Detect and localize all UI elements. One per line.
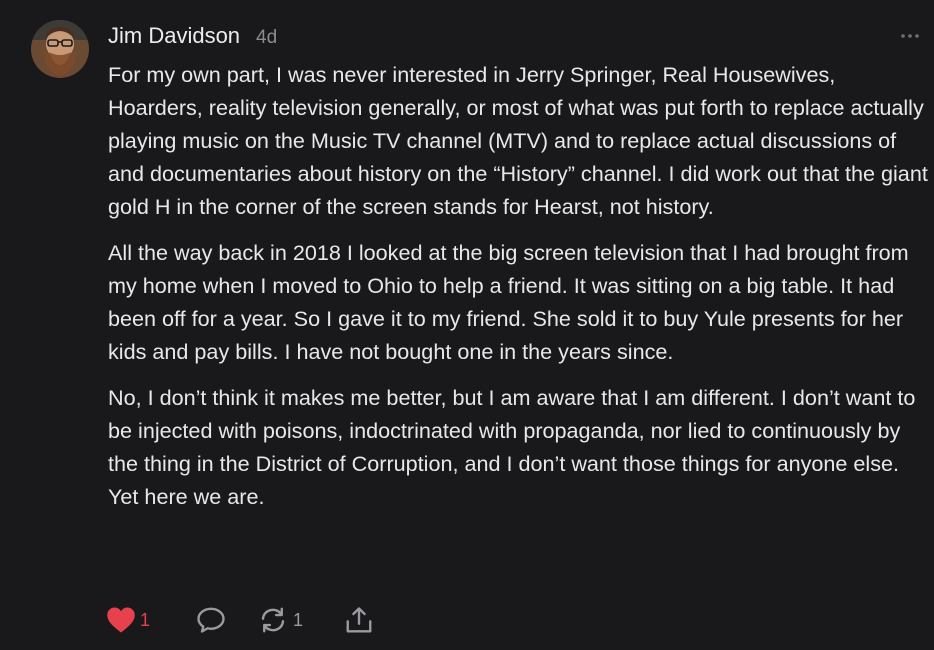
avatar-image [31, 20, 89, 78]
comment-paragraph: All the way back in 2018 I looked at the… [108, 240, 909, 364]
restack-count: 1 [293, 609, 304, 630]
heart-icon [107, 607, 135, 633]
comment-body: For my own part, I was never interested … [108, 58, 928, 526]
reply-icon [197, 607, 225, 633]
ellipsis-icon [901, 34, 919, 38]
more-options-button[interactable] [900, 28, 920, 44]
comment-paragraph: For my own part, I was never interested … [108, 62, 928, 219]
comment-header: Jim Davidson 4d [108, 23, 277, 49]
author-name[interactable]: Jim Davidson [108, 23, 240, 49]
avatar[interactable] [31, 20, 89, 78]
restack-icon [261, 607, 285, 633]
like-count: 1 [140, 609, 151, 630]
restack-button[interactable]: 1 [258, 606, 310, 634]
share-icon [346, 607, 372, 633]
like-button[interactable]: 1 [106, 606, 166, 634]
comment-actions: 1 1 [106, 603, 374, 637]
timestamp[interactable]: 4d [256, 27, 277, 49]
comment-paragraph: No, I don’t think it makes me better, bu… [108, 385, 916, 509]
reply-button[interactable] [196, 606, 258, 634]
share-button[interactable] [344, 606, 374, 634]
